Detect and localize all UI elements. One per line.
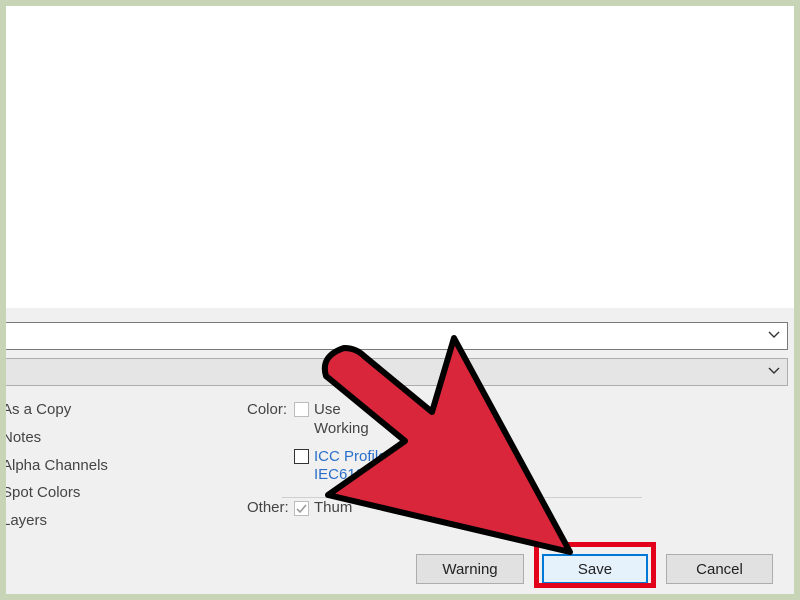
options-divider xyxy=(282,497,642,498)
thumbnail-checkbox[interactable] xyxy=(294,501,309,516)
option-layers[interactable]: Layers xyxy=(6,512,47,529)
use-proof-setup-label-line1: Use xyxy=(314,401,341,418)
icc-profile-checkbox[interactable] xyxy=(294,449,309,464)
format-combobox[interactable] xyxy=(6,358,788,386)
document-preview-area xyxy=(6,6,794,308)
save-as-dialog: As a Copy Notes Alpha Channels Spot Colo… xyxy=(6,308,794,594)
option-notes[interactable]: Notes xyxy=(6,429,41,446)
thumbnail-label: Thum xyxy=(314,499,353,516)
cancel-button[interactable]: Cancel xyxy=(666,554,773,584)
chevron-down-icon[interactable] xyxy=(767,328,781,342)
save-button-highlight xyxy=(534,542,656,588)
file-name-combobox[interactable] xyxy=(6,322,788,350)
color-label: Color: xyxy=(247,401,288,418)
use-proof-setup-checkbox[interactable] xyxy=(294,402,309,417)
option-as-a-copy[interactable]: As a Copy xyxy=(6,401,71,418)
option-alpha-channels[interactable]: Alpha Channels xyxy=(6,457,108,474)
other-label: Other: xyxy=(247,499,289,516)
icc-profile-label-line1: ICC Profile: xyxy=(314,448,391,465)
chevron-down-icon[interactable] xyxy=(767,364,781,378)
icc-profile-label-line2: IEC6196 xyxy=(314,466,373,483)
screenshot-frame: As a Copy Notes Alpha Channels Spot Colo… xyxy=(6,6,794,594)
use-proof-setup-label-line2: Working xyxy=(314,420,369,437)
checkmark-icon xyxy=(296,504,307,514)
warning-button[interactable]: Warning xyxy=(416,554,524,584)
option-spot-colors[interactable]: Spot Colors xyxy=(6,484,80,501)
